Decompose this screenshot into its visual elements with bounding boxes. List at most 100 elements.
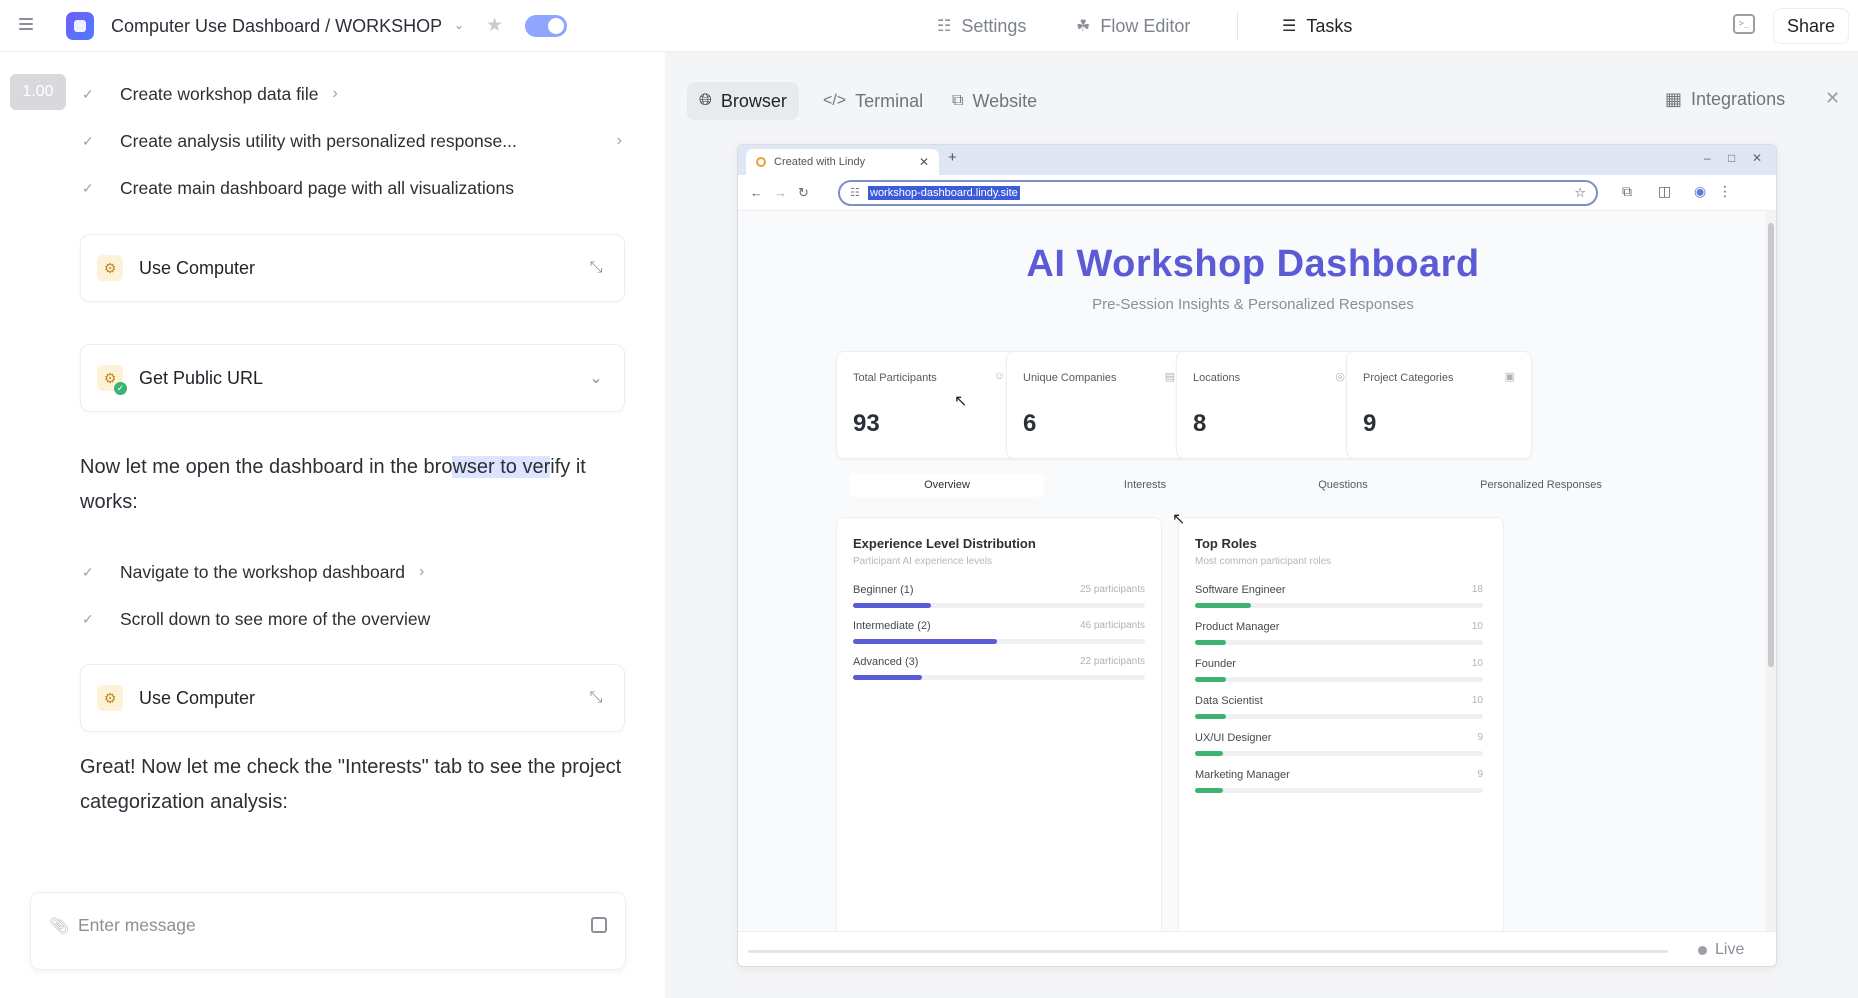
new-tab-icon[interactable]: + bbox=[948, 149, 957, 166]
row-label: UX/UI Designer bbox=[1195, 732, 1272, 744]
stop-icon[interactable] bbox=[591, 917, 607, 933]
tool-card-label: Use Computer bbox=[139, 687, 256, 708]
progress-fill bbox=[1195, 640, 1226, 645]
kebab-menu-icon[interactable]: ⋮ bbox=[1718, 183, 1732, 200]
close-icon[interactable]: ✕ bbox=[1825, 88, 1840, 109]
collapse-icon[interactable]: ⤡ bbox=[584, 689, 608, 707]
progress-row: Marketing Manager 9 bbox=[1195, 769, 1483, 795]
stat-card-project-categories: Project Categories ▣ 9 bbox=[1346, 351, 1532, 459]
chevron-right-icon[interactable]: › bbox=[419, 563, 424, 581]
stat-card-locations: Locations ◎ 8 bbox=[1176, 351, 1362, 459]
terminal-icon[interactable]: >_ bbox=[1733, 14, 1755, 34]
progress-fill bbox=[1195, 788, 1223, 793]
stat-value: 9 bbox=[1363, 410, 1377, 437]
row-value: 46 participants bbox=[1079, 620, 1145, 631]
nav-tasks-label: Tasks bbox=[1306, 15, 1353, 36]
task-item[interactable]: ✓ Create analysis utility with personali… bbox=[82, 127, 622, 155]
tab-interests[interactable]: Interests bbox=[1048, 473, 1242, 497]
reload-icon[interactable]: ↻ bbox=[798, 185, 809, 201]
address-bar[interactable]: ☷ workshop-dashboard.lindy.site ☆ bbox=[838, 180, 1598, 206]
progress-track bbox=[1195, 788, 1483, 793]
url-text[interactable]: workshop-dashboard.lindy.site bbox=[868, 186, 1020, 200]
row-value: 10 bbox=[1471, 621, 1483, 632]
agent-toggle[interactable] bbox=[525, 15, 567, 37]
tool-card-use-computer[interactable]: ⚙ Use Computer ⤡ bbox=[80, 234, 625, 302]
browser-tab[interactable]: Created with Lindy ✕ bbox=[746, 149, 939, 175]
layers-icon: ▣ bbox=[1504, 371, 1515, 383]
chevron-right-icon[interactable]: › bbox=[617, 132, 622, 150]
live-indicator: Live bbox=[1698, 941, 1744, 959]
flow-icon: ☘ bbox=[1076, 18, 1091, 35]
row-label: Marketing Manager bbox=[1195, 769, 1290, 781]
forward-icon[interactable]: → bbox=[774, 185, 787, 200]
address-bar-row: ← → ↻ ☷ workshop-dashboard.lindy.site ☆ … bbox=[738, 175, 1776, 211]
tab-questions[interactable]: Questions bbox=[1246, 473, 1440, 497]
nav-flow-editor[interactable]: ☘ Flow Editor bbox=[1076, 13, 1190, 39]
site-info-icon[interactable]: ☷ bbox=[850, 186, 860, 199]
profile-icon[interactable]: ◉ bbox=[1694, 183, 1706, 200]
page-scrollbar[interactable] bbox=[1766, 211, 1776, 931]
row-value: 10 bbox=[1471, 658, 1483, 669]
top-roles-card: Top Roles Most common participant roles … bbox=[1178, 517, 1504, 931]
globe-icon: 🌐︎ bbox=[699, 92, 712, 109]
task-label: Create workshop data file bbox=[120, 83, 319, 104]
stat-label: Project Categories bbox=[1363, 372, 1454, 384]
stat-label: Unique Companies bbox=[1023, 372, 1117, 384]
tab-overview[interactable]: Overview bbox=[850, 473, 1044, 497]
task-item[interactable]: ✓ Create workshop data file › bbox=[82, 80, 338, 108]
chevron-down-icon[interactable]: ⌄ bbox=[454, 16, 464, 34]
bookmark-star-icon[interactable]: ☆ bbox=[1574, 185, 1586, 201]
paperclip-icon[interactable]: 📎︎ bbox=[49, 916, 69, 936]
tab-terminal[interactable]: </> Terminal bbox=[811, 82, 935, 120]
tool-card-get-public-url[interactable]: ⚙ ✓ Get Public URL ⌄ bbox=[80, 344, 625, 412]
favicon-icon bbox=[756, 157, 766, 167]
tab-website[interactable]: ⧉ Website bbox=[940, 82, 1049, 120]
nav-tasks[interactable]: ☰ Tasks bbox=[1282, 13, 1352, 39]
minimize-icon[interactable]: – bbox=[1704, 151, 1711, 165]
card-subtitle: Participant AI experience levels bbox=[853, 556, 992, 567]
card-title: Top Roles bbox=[1195, 536, 1257, 551]
tab-browser[interactable]: 🌐︎ Browser bbox=[687, 82, 799, 120]
mouse-cursor-icon: ↖ bbox=[1172, 511, 1186, 528]
maximize-icon[interactable]: □ bbox=[1728, 151, 1735, 165]
zoom-badge[interactable]: 1.00 bbox=[10, 74, 66, 110]
chat-panel: 1.00 ✓ Create workshop data file › ✓ Cre… bbox=[0, 52, 665, 998]
row-value: 22 participants bbox=[1079, 656, 1145, 667]
task-item[interactable]: ✓ Create main dashboard page with all vi… bbox=[82, 174, 514, 202]
playback-progress[interactable] bbox=[748, 950, 1668, 953]
experience-level-card: Experience Level Distribution Participan… bbox=[836, 517, 1162, 931]
progress-track bbox=[853, 603, 1145, 608]
task-item[interactable]: ✓ Navigate to the workshop dashboard › bbox=[82, 558, 424, 586]
integrations-button[interactable]: ▦ Integrations bbox=[1665, 89, 1785, 110]
chevron-down-icon[interactable]: ⌄ bbox=[584, 368, 608, 388]
workspace-title[interactable]: Computer Use Dashboard / WORKSHOP bbox=[111, 14, 442, 38]
close-window-icon[interactable]: ✕ bbox=[1752, 151, 1762, 165]
scrollbar-thumb[interactable] bbox=[1768, 223, 1774, 667]
close-tab-icon[interactable]: ✕ bbox=[919, 155, 929, 169]
progress-track bbox=[1195, 603, 1483, 608]
tab-personalized-responses[interactable]: Personalized Responses bbox=[1444, 473, 1638, 497]
extensions-icon[interactable]: ⧉ bbox=[1622, 183, 1632, 200]
nav-divider bbox=[1237, 12, 1238, 40]
share-button[interactable]: Share bbox=[1773, 8, 1849, 44]
nav-settings[interactable]: ☷ Settings bbox=[937, 13, 1026, 39]
message-composer[interactable]: 📎︎ Enter message bbox=[30, 892, 626, 970]
success-icon: ✓ bbox=[114, 382, 127, 395]
progress-row: Product Manager 10 bbox=[1195, 621, 1483, 647]
back-icon[interactable]: ← bbox=[750, 185, 763, 200]
progress-fill bbox=[853, 639, 997, 644]
chevron-right-icon[interactable]: › bbox=[332, 85, 337, 103]
task-item[interactable]: ✓ Scroll down to see more of the overvie… bbox=[82, 605, 430, 633]
robot-icon: ⚙ ✓ bbox=[97, 365, 127, 395]
message-input[interactable]: Enter message bbox=[78, 915, 196, 936]
row-label: Product Manager bbox=[1195, 621, 1280, 633]
card-title: Experience Level Distribution bbox=[853, 536, 1036, 551]
tool-card-use-computer[interactable]: ⚙ Use Computer ⤡ bbox=[80, 664, 625, 732]
browser-tab-strip: Created with Lindy ✕ + – □ ✕ bbox=[738, 145, 1776, 175]
menu-icon[interactable] bbox=[17, 15, 35, 33]
message-text: Now let me open the dashboard in the bro bbox=[80, 456, 453, 478]
side-panel-icon[interactable]: ◫ bbox=[1658, 183, 1671, 200]
collapse-icon[interactable]: ⤡ bbox=[584, 259, 608, 277]
row-label: Advanced (3) bbox=[853, 656, 919, 668]
star-icon[interactable]: ★ bbox=[486, 13, 503, 37]
